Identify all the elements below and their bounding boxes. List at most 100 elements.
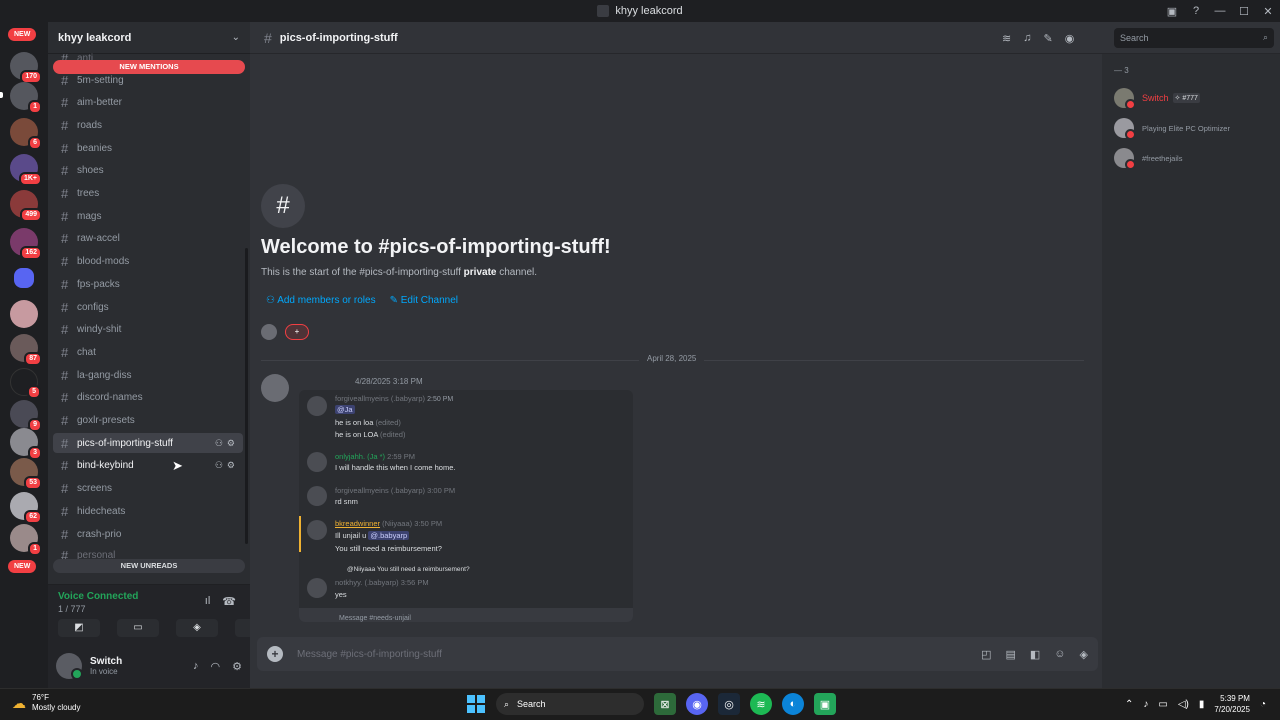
server-icon[interactable]: 9 (10, 400, 42, 432)
screen-share-button[interactable]: ▭ (117, 619, 159, 637)
microphone-icon[interactable]: ♪ (1143, 699, 1148, 710)
server-icon[interactable]: 1 (10, 82, 42, 114)
gift-icon[interactable]: ◰ (981, 648, 991, 661)
channel-item[interactable]: #5m-setting (53, 70, 243, 90)
invite-icon[interactable]: ⚇ (215, 460, 223, 471)
channel-item[interactable]: # screens (53, 479, 243, 499)
channel-item[interactable]: # configs (53, 297, 243, 317)
threads-icon[interactable]: ≋ (1002, 32, 1011, 45)
channel-item[interactable]: # chat (53, 342, 243, 362)
app-icon[interactable]: ▣ (814, 693, 836, 715)
member-list-icon[interactable]: ◉ (1065, 32, 1075, 45)
invite-icon[interactable]: ⚇ (215, 438, 223, 449)
server-icon[interactable]: 170 (10, 52, 42, 84)
guild-header[interactable]: khyy leakcord ⌄ (48, 22, 250, 54)
settings-gear-icon[interactable]: ⚙ (232, 660, 242, 673)
microphone-icon[interactable]: ♪ (193, 660, 199, 673)
spotify-app-icon[interactable]: ≋ (750, 693, 772, 715)
server-icon[interactable]: 162 (10, 228, 42, 260)
member-item[interactable]: #freethejails (1114, 143, 1230, 173)
channel-item[interactable]: # la-gang-diss (53, 365, 243, 385)
battery-icon[interactable]: ▮ (1199, 699, 1205, 710)
minimize-button[interactable]: — (1208, 5, 1232, 17)
clock[interactable]: 5:39 PM 7/20/2025 (1214, 693, 1250, 715)
server-icon[interactable]: 6 (10, 118, 42, 150)
channel-item[interactable]: # aim-better (53, 93, 243, 113)
maximize-button[interactable]: ☐ (1232, 5, 1256, 18)
channel-item[interactable]: # hidecheats (53, 501, 243, 521)
window-title: khyy leakcord (615, 5, 683, 17)
settings-gear-icon[interactable]: ⚙ (227, 438, 235, 449)
taskbar-search[interactable]: ⌕ Search (496, 693, 644, 715)
server-icon[interactable]: 1K+ (10, 154, 42, 186)
new-pill-bottom[interactable]: NEW (8, 560, 37, 573)
add-attachment-icon[interactable]: + (267, 646, 283, 662)
channel-item[interactable]: # discord-names (53, 388, 243, 408)
channel-item[interactable]: # beanies (53, 138, 243, 158)
volume-icon[interactable]: ◁) (1178, 699, 1189, 710)
emoji-icon[interactable]: ☺ (1054, 648, 1065, 661)
chevron-up-icon[interactable]: ⌃ (1125, 699, 1133, 710)
channel-item[interactable]: # pics-of-importing-stuff ⚇ ⚙ (53, 433, 243, 454)
camera-button[interactable]: ◩ (58, 619, 100, 637)
new-pill-top[interactable]: NEW (8, 28, 37, 41)
discord-app-icon[interactable]: ◉ (686, 693, 708, 715)
edge-app-icon[interactable]: ◐ (782, 693, 804, 715)
notification-icon[interactable]: ◔ (1260, 699, 1266, 710)
activities-button[interactable]: ◈ (176, 619, 218, 637)
channel-item[interactable]: # shoes (53, 161, 243, 181)
channel-item[interactable]: # blood-mods (53, 252, 243, 272)
apps-icon[interactable]: ◈ (1080, 648, 1088, 661)
steam-app-icon[interactable]: ◎ (718, 693, 740, 715)
pin-icon[interactable]: ✎ (1043, 32, 1052, 45)
sticker-icon[interactable]: ◧ (1030, 648, 1040, 661)
disconnect-icon[interactable]: ☎ (222, 595, 236, 608)
title-bar: khyy leakcord ▣ ? — ☐ ✕ (0, 0, 1280, 22)
screenshot-attachment[interactable]: forgiveallmyeins (.babyarp) 2:50 PM @Ja … (299, 390, 633, 622)
channel-item[interactable]: # trees (53, 184, 243, 204)
reaction-avatar[interactable] (261, 324, 277, 340)
noise-suppression-icon[interactable]: ıl (205, 595, 211, 608)
channel-item[interactable]: # goxlr-presets (53, 411, 243, 431)
new-unreads-banner[interactable]: NEW UNREADS (53, 559, 245, 573)
folder-icon[interactable] (14, 268, 34, 288)
channel-item[interactable]: # crash-prio (53, 524, 243, 544)
channel-item[interactable]: # raw-accel (53, 229, 243, 249)
server-icon[interactable]: 53 (10, 458, 42, 490)
inbox-icon[interactable]: ▣ (1160, 5, 1184, 18)
server-icon[interactable]: 62 (10, 492, 42, 524)
hash-icon: # (61, 186, 69, 201)
avatar[interactable] (56, 653, 83, 680)
close-button[interactable]: ✕ (1256, 5, 1280, 18)
channel-item[interactable]: # roads (53, 115, 243, 135)
server-icon[interactable]: 5 (10, 368, 41, 399)
channel-item[interactable]: # windy-shit (53, 320, 243, 340)
server-icon[interactable]: 499 (10, 190, 42, 222)
server-icon[interactable]: 87 (10, 334, 42, 366)
channel-name: configs (77, 301, 109, 313)
gif-icon[interactable]: ▤ (1005, 648, 1015, 661)
xbox-app-icon[interactable]: ⊠ (654, 693, 676, 715)
settings-gear-icon[interactable]: ⚙ (227, 460, 235, 471)
help-icon[interactable]: ? (1184, 5, 1208, 17)
server-icon[interactable]: 3 (10, 428, 42, 460)
channel-item[interactable]: # bind-keybind ⚇ ⚙ (53, 456, 243, 476)
channel-item[interactable]: # mags (53, 206, 243, 226)
headphones-icon[interactable]: ◠ (211, 660, 221, 673)
notification-bell-icon[interactable]: ♫ (1023, 32, 1031, 44)
server-icon[interactable]: 1 (10, 524, 42, 556)
member-item[interactable]: Switch ✧ #777 (1114, 83, 1230, 113)
weather-widget[interactable]: ☁ 76°F Mostly cloudy (12, 693, 80, 713)
start-button[interactable] (466, 694, 486, 714)
network-icon[interactable]: ▭ (1158, 699, 1167, 710)
member-item[interactable]: Playing Elite PC Optimizer (1114, 113, 1230, 143)
sidebar-scrollbar[interactable] (245, 248, 248, 544)
avatar[interactable] (261, 374, 289, 402)
server-icon[interactable] (10, 300, 38, 328)
edit-channel-link[interactable]: ✎ Edit Channel (390, 295, 458, 306)
add-members-link[interactable]: ⚇ Add members or roles (266, 295, 376, 306)
reaction-button[interactable]: + (285, 324, 309, 340)
channel-item[interactable]: # fps-packs (53, 274, 243, 294)
message-input[interactable] (297, 648, 897, 660)
search-input[interactable]: Search ⌕ (1114, 27, 1274, 48)
